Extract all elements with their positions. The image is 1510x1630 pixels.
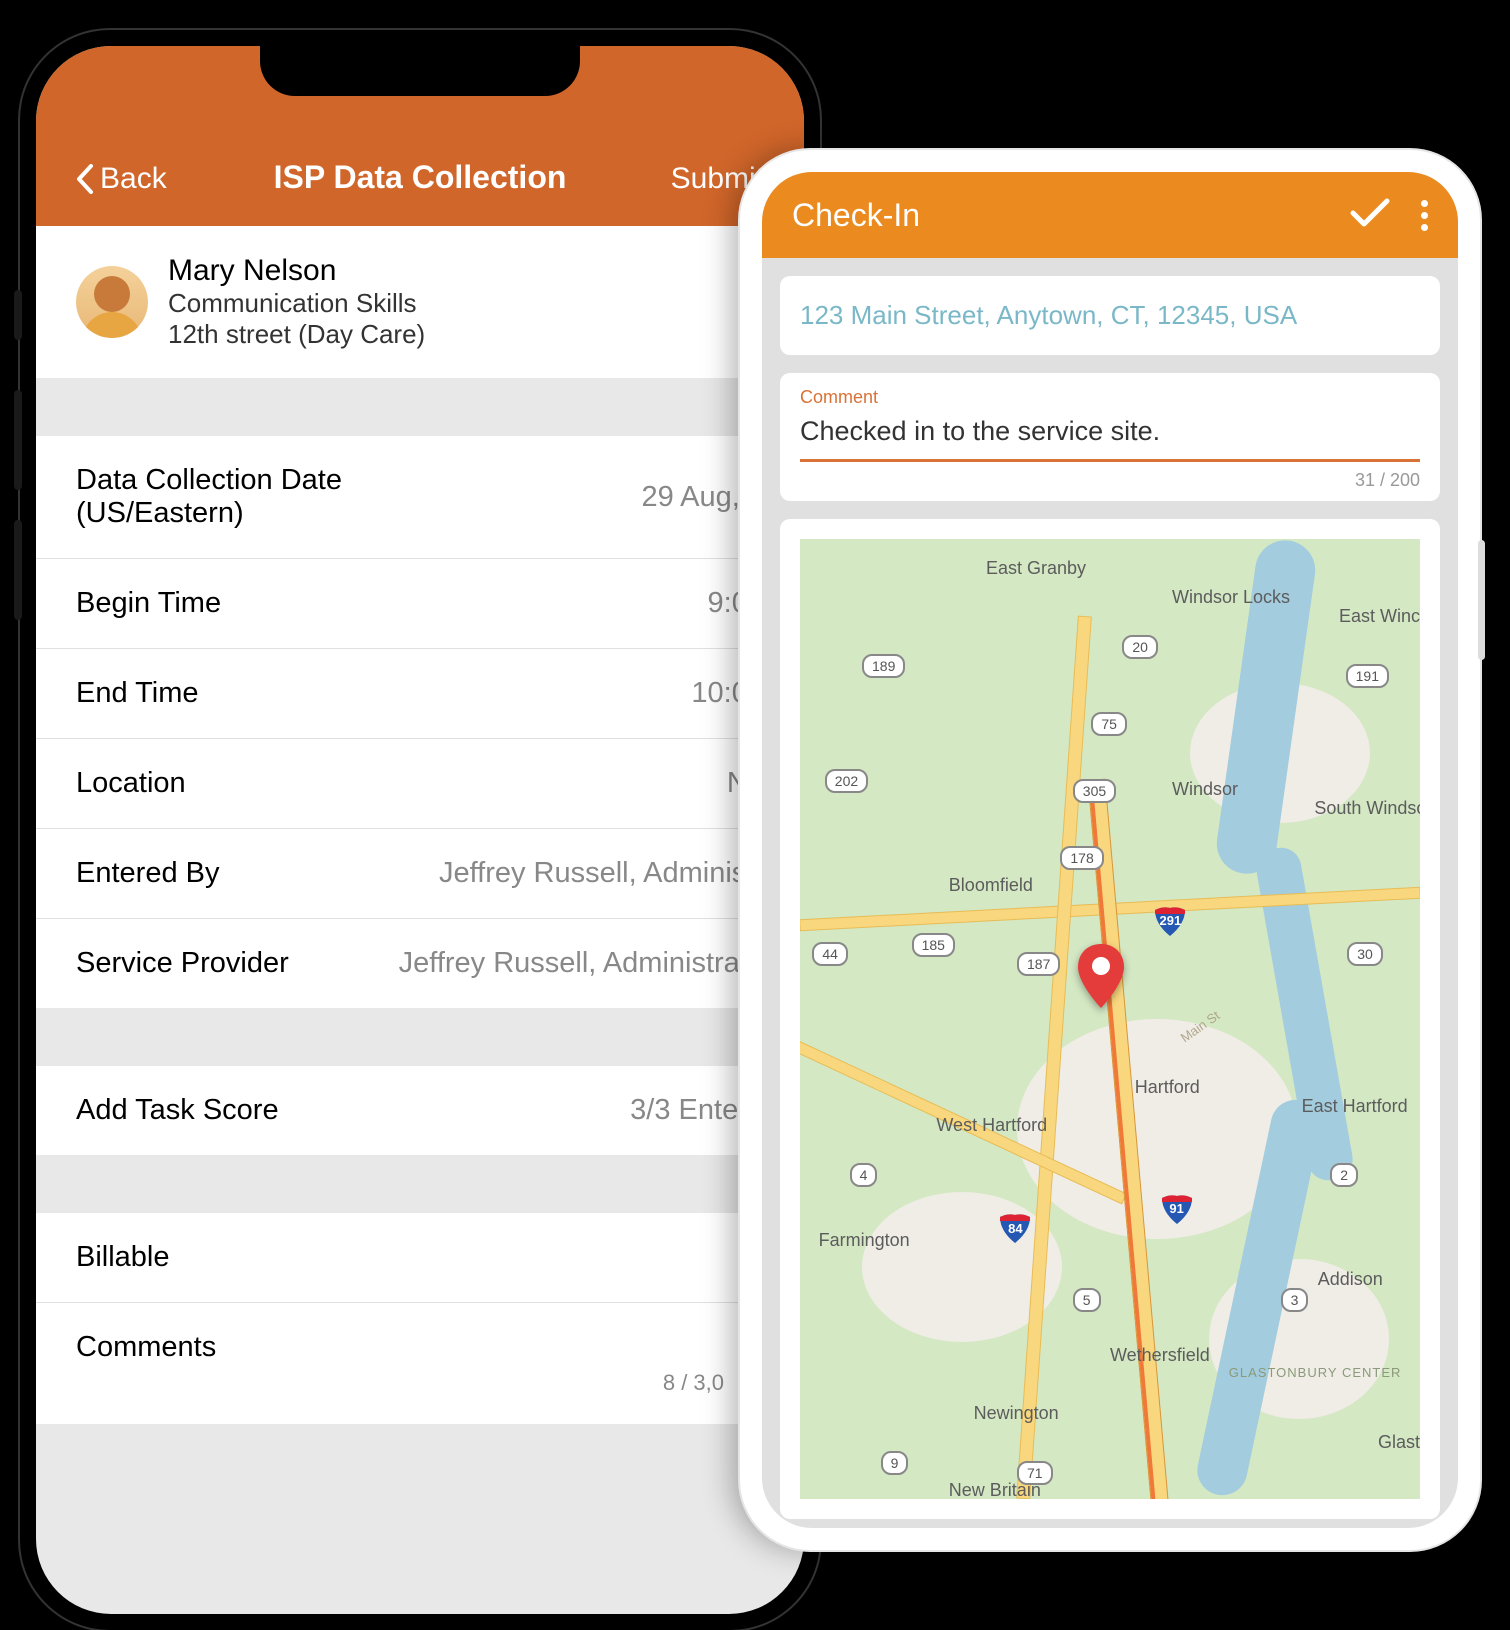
date-label: Data Collection Date (US/Eastern) <box>76 464 416 530</box>
more-menu-button[interactable] <box>1421 200 1428 231</box>
entered-label: Entered By <box>76 857 219 890</box>
phone-checkin: Check-In 123 Main Street, Anytown, CT, 1… <box>740 150 1480 1550</box>
route-badge: 2 <box>1330 1163 1358 1187</box>
route-badge: 178 <box>1060 846 1103 870</box>
city-label: Newington <box>974 1403 1059 1424</box>
confirm-button[interactable] <box>1349 197 1391 234</box>
location-label: Location <box>76 767 186 800</box>
dot-icon <box>1421 224 1428 231</box>
provider-value: Jeffrey Russell, Administrato <box>399 947 764 980</box>
city-label: Windsor <box>1172 779 1238 800</box>
comments-label: Comments <box>76 1331 764 1364</box>
map-view[interactable]: East Granby Windsor Locks East Winc Wind… <box>800 539 1420 1499</box>
route-badge: 3 <box>1281 1288 1309 1312</box>
profile-header: Mary Nelson Communication Skills 12th st… <box>36 226 804 378</box>
phone-isp: Back ISP Data Collection Submit Mary Nel… <box>20 30 820 1630</box>
city-label: East Winc <box>1339 606 1420 627</box>
phone2-power-button <box>1478 540 1485 660</box>
back-label: Back <box>100 162 167 196</box>
city-label: East Hartford <box>1302 1096 1408 1117</box>
route-badge: 4 <box>850 1163 878 1187</box>
address-text: 123 Main Street, Anytown, CT, 12345, USA <box>800 300 1297 330</box>
profile-skill: Communication Skills <box>168 288 425 319</box>
interstate-badge: 291 <box>1153 904 1187 938</box>
interstate-badge: 84 <box>998 1211 1032 1245</box>
submit-button[interactable]: Submit <box>624 162 764 196</box>
check-icon <box>1349 197 1391 229</box>
route-badge: 305 <box>1073 779 1116 803</box>
page-title: ISP Data Collection <box>216 159 624 196</box>
route-badge: 187 <box>1017 952 1060 976</box>
begin-label: Begin Time <box>76 587 221 620</box>
route-badge: 20 <box>1122 635 1158 659</box>
row-billable[interactable]: Billable <box>36 1213 804 1303</box>
city-label: South Windsor <box>1314 798 1420 819</box>
route-badge: 189 <box>862 654 905 678</box>
back-button[interactable]: Back <box>76 162 216 196</box>
city-label: Wethersfield <box>1110 1345 1210 1366</box>
comments-counter: 8 / 3,0 <box>76 1364 764 1396</box>
city-label: Windsor Locks <box>1172 587 1290 608</box>
route-badge: 185 <box>912 933 955 957</box>
task-label: Add Task Score <box>76 1094 279 1127</box>
map-card: East Granby Windsor Locks East Winc Wind… <box>780 519 1440 1519</box>
route-badge: 44 <box>812 942 848 966</box>
city-label: Hartford <box>1135 1077 1200 1098</box>
city-label: East Granby <box>986 558 1086 579</box>
avatar <box>76 266 148 338</box>
billable-label: Billable <box>76 1241 170 1274</box>
route-badge: 202 <box>825 769 868 793</box>
city-label: Addison <box>1318 1269 1383 1290</box>
chevron-left-icon <box>76 164 94 194</box>
dot-icon <box>1421 212 1428 219</box>
end-label: End Time <box>76 677 199 710</box>
city-label: Bloomfield <box>949 875 1033 896</box>
form-section-details: Data Collection Date (US/Eastern) 29 Aug… <box>36 436 804 1008</box>
route-badge: 71 <box>1017 1461 1053 1485</box>
row-location[interactable]: Location No <box>36 739 804 829</box>
row-begin-time[interactable]: Begin Time 9:00 <box>36 559 804 649</box>
phone-volume-down <box>14 520 22 620</box>
comment-input[interactable]: Checked in to the service site. <box>800 416 1420 462</box>
row-task-score[interactable]: Add Task Score 3/3 Entere <box>36 1066 804 1155</box>
route-badge: 30 <box>1347 942 1383 966</box>
row-service-provider[interactable]: Service Provider Jeffrey Russell, Admini… <box>36 919 804 1008</box>
checkin-header: Check-In <box>762 172 1458 258</box>
phone-volume-up <box>14 390 22 490</box>
profile-name: Mary Nelson <box>168 254 425 288</box>
city-label: West Hartford <box>936 1115 1047 1136</box>
interstate-badge: 91 <box>1160 1192 1194 1226</box>
row-end-time[interactable]: End Time 10:00 <box>36 649 804 739</box>
route-badge: 75 <box>1091 712 1127 736</box>
city-label: Farmington <box>819 1230 910 1251</box>
dot-icon <box>1421 200 1428 207</box>
form-section-billing: Billable Comments 8 / 3,0 <box>36 1213 804 1424</box>
address-card[interactable]: 123 Main Street, Anytown, CT, 12345, USA <box>780 276 1440 355</box>
route-badge: 9 <box>881 1451 909 1475</box>
entered-value: Jeffrey Russell, Administr <box>439 857 764 890</box>
provider-label: Service Provider <box>76 947 289 980</box>
checkin-title: Check-In <box>792 197 1349 234</box>
city-label: Glast <box>1378 1432 1420 1453</box>
row-entered-by[interactable]: Entered By Jeffrey Russell, Administr <box>36 829 804 919</box>
comment-label: Comment <box>800 387 1420 408</box>
row-date[interactable]: Data Collection Date (US/Eastern) 29 Aug… <box>36 436 804 559</box>
city-label: GLASTONBURY CENTER <box>1229 1365 1402 1380</box>
phone-notch <box>260 46 580 96</box>
route-badge: 5 <box>1073 1288 1101 1312</box>
route-badge: 191 <box>1346 664 1389 688</box>
row-comments[interactable]: Comments 8 / 3,0 <box>36 1303 804 1424</box>
form-section-task: Add Task Score 3/3 Entere <box>36 1066 804 1155</box>
comment-card: Comment Checked in to the service site. … <box>780 373 1440 501</box>
phone-mute-switch <box>14 290 22 340</box>
map-pin-icon <box>1073 942 1129 1012</box>
comment-counter: 31 / 200 <box>800 470 1420 491</box>
profile-location: 12th street (Day Care) <box>168 319 425 350</box>
